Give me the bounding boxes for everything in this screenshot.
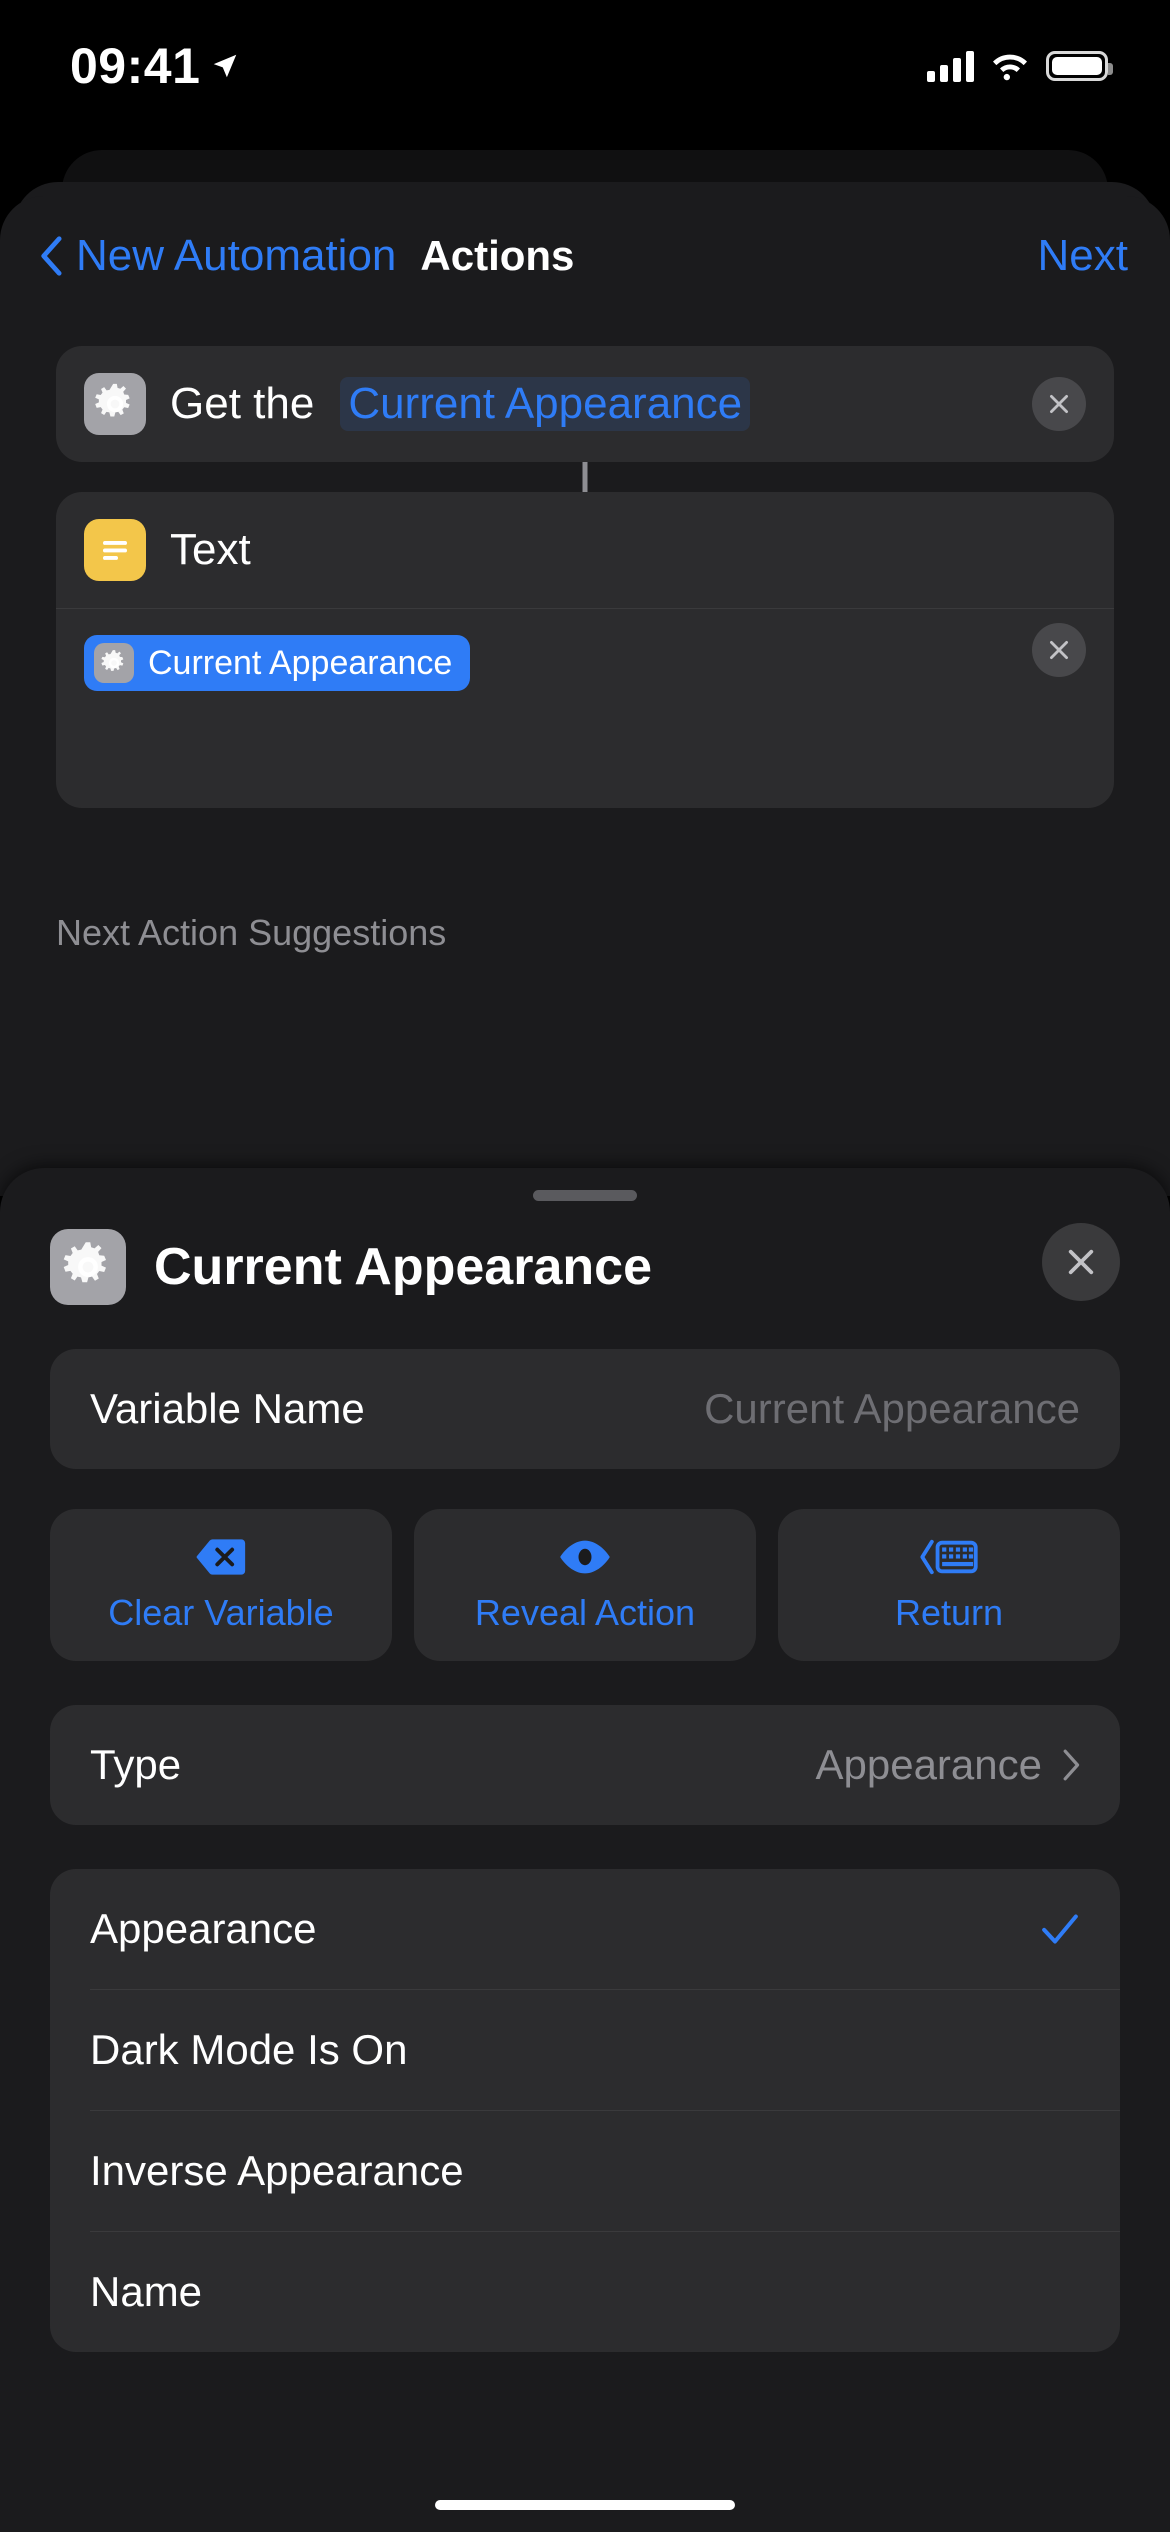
option-row-appearance[interactable]: Appearance: [50, 1869, 1120, 1989]
action-card-text[interactable]: Text Current Appearance: [56, 492, 1114, 808]
remove-action-button[interactable]: [1032, 623, 1086, 677]
actions-list: Get the Current Appearance Text Current …: [0, 316, 1170, 808]
gear-icon: [50, 1229, 126, 1305]
variable-name-group: Variable Name Current Appearance: [50, 1349, 1120, 1469]
action-connector-line: [582, 462, 588, 492]
status-bar: 09:41: [0, 0, 1170, 132]
iphone-screen: 09:41 New Automation Actions Next Get th…: [0, 0, 1170, 2532]
sheet-title: Current Appearance: [154, 1238, 652, 1296]
option-label: Name: [90, 2268, 203, 2315]
variable-token-current-appearance[interactable]: Current Appearance: [84, 635, 471, 691]
close-icon: [1068, 1249, 1094, 1275]
type-value: Appearance: [815, 1741, 1042, 1788]
next-action-suggestions-heading: Next Action Suggestions: [56, 912, 447, 953]
option-row-inverse-appearance[interactable]: Inverse Appearance: [50, 2111, 1120, 2231]
clear-variable-button[interactable]: Clear Variable: [50, 1509, 392, 1661]
gear-icon: [94, 643, 134, 683]
option-row-dark-mode-is-on[interactable]: Dark Mode Is On: [50, 1990, 1120, 2110]
home-indicator[interactable]: [435, 2500, 735, 2510]
text-lines-icon: [84, 519, 146, 581]
battery-icon: [1046, 51, 1113, 81]
option-label: Appearance: [90, 1905, 317, 1952]
action-header: Text: [56, 492, 1114, 677]
close-icon: [1050, 641, 1068, 659]
variable-name-row[interactable]: Variable Name Current Appearance: [50, 1349, 1120, 1469]
text-action-input[interactable]: Current Appearance: [56, 608, 1114, 808]
close-icon: [1050, 395, 1068, 413]
option-label: Inverse Appearance: [90, 2147, 464, 2194]
eye-icon: [560, 1540, 610, 1574]
option-label: Dark Mode Is On: [90, 2026, 408, 2073]
status-bar-left: 09:41: [70, 37, 240, 95]
clear-variable-label: Clear Variable: [108, 1592, 334, 1633]
type-value-wrap: Appearance: [815, 1741, 1080, 1789]
variable-name-input[interactable]: Current Appearance: [704, 1385, 1080, 1433]
action-connector-wrap: [56, 462, 1114, 492]
gear-icon: [84, 373, 146, 435]
variable-name-label: Variable Name: [90, 1385, 365, 1432]
status-bar-clock: 09:41: [70, 38, 201, 94]
sheet-grabber[interactable]: [533, 1190, 637, 1201]
variable-token-label: Current Appearance: [148, 643, 453, 682]
status-bar-right: [927, 50, 1113, 82]
reveal-action-label: Reveal Action: [474, 1592, 696, 1633]
type-label: Type: [90, 1741, 182, 1788]
action-card-get-appearance[interactable]: Get the Current Appearance: [56, 346, 1114, 462]
cellular-bars-icon: [927, 50, 974, 82]
close-sheet-button[interactable]: [1042, 1223, 1120, 1301]
back-button[interactable]: New Automation: [40, 231, 396, 281]
remove-action-button[interactable]: [1032, 377, 1086, 431]
action-detail-sheet: Current Appearance Variable Name Current…: [0, 1168, 1170, 2532]
keyboard-return-icon: [920, 1539, 978, 1575]
action-parameter-appearance[interactable]: Current Appearance: [340, 377, 751, 431]
action-title: Get the: [170, 379, 315, 428]
chevron-left-icon: [41, 236, 62, 276]
type-row[interactable]: Type Appearance: [50, 1705, 1120, 1825]
option-row-name[interactable]: Name: [50, 2232, 1120, 2352]
location-arrow-icon: [214, 54, 237, 78]
navigation-bar: New Automation Actions Next: [0, 196, 1170, 316]
sheet-action-buttons: Clear Variable Reveal Action Return: [50, 1509, 1120, 1661]
wifi-icon: [993, 54, 1027, 81]
page-title: Actions: [420, 232, 575, 279]
appearance-options-group: Appearance Dark Mode Is On Inverse Appea…: [50, 1869, 1120, 2352]
delete-left-icon: [196, 1539, 246, 1575]
back-button-label: New Automation: [76, 231, 397, 280]
action-header: Get the Current Appearance: [56, 346, 1114, 462]
return-label: Return: [894, 1592, 1004, 1633]
type-group: Type Appearance: [50, 1705, 1120, 1825]
checkmark-icon: [1042, 1914, 1078, 1944]
next-button[interactable]: Next: [1038, 231, 1128, 281]
chevron-right-icon: [1063, 1749, 1080, 1781]
shortcut-editor-canvas: New Automation Actions Next Get the Curr…: [0, 196, 1170, 1196]
reveal-action-button[interactable]: Reveal Action: [414, 1509, 756, 1661]
sheet-header: Current Appearance: [0, 1201, 1170, 1305]
return-button[interactable]: Return: [778, 1509, 1120, 1661]
action-title: Text: [170, 525, 251, 574]
